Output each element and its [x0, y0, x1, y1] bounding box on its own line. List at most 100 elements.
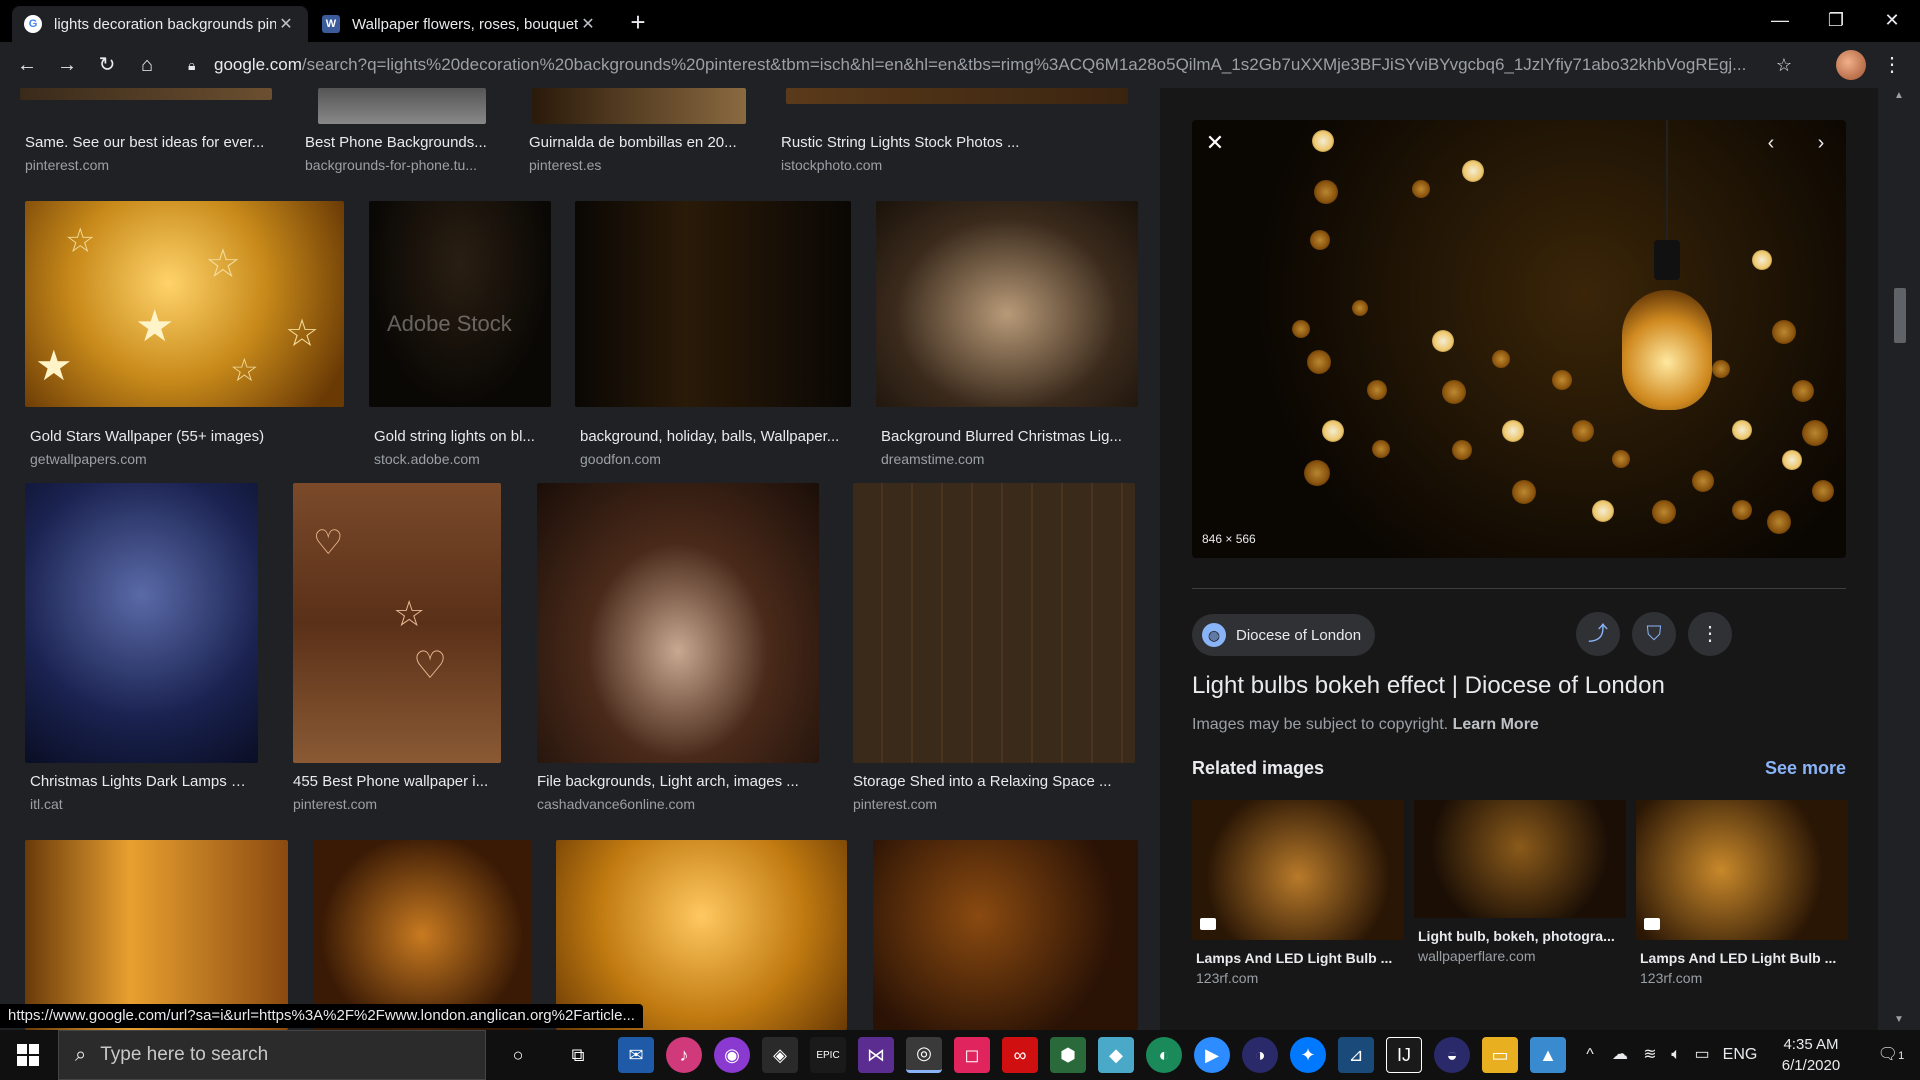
result-thumbnail[interactable]: [876, 201, 1138, 407]
minimize-button[interactable]: —: [1752, 0, 1808, 40]
arduino-icon[interactable]: ∞: [1002, 1037, 1038, 1073]
wifi-icon[interactable]: ≋: [1638, 1030, 1662, 1080]
result-caption[interactable]: Same. See our best ideas for ever...: [25, 134, 267, 151]
result-caption[interactable]: Storage Shed into a Relaxing Space ...: [853, 773, 1133, 790]
tray-overflow-icon[interactable]: ^: [1580, 1030, 1600, 1080]
scroll-down-arrow-icon[interactable]: ▼: [1892, 1014, 1906, 1028]
onedrive-icon[interactable]: ☁: [1608, 1030, 1632, 1080]
battery-icon[interactable]: ▭: [1690, 1030, 1714, 1080]
related-thumbnail[interactable]: [1192, 800, 1404, 940]
windows-start-button[interactable]: [0, 1030, 56, 1080]
result-card[interactable]: Christmas Lights Dark Lamps S... itl.cat: [25, 483, 258, 813]
result-card[interactable]: [25, 840, 288, 1030]
related-caption[interactable]: Lamps And LED Light Bulb ...: [1192, 950, 1404, 966]
result-thumbnail[interactable]: [575, 201, 851, 407]
result-thumbnail[interactable]: [20, 88, 272, 100]
related-thumbnail[interactable]: [1636, 800, 1848, 940]
result-caption[interactable]: Gold string lights on bl...: [374, 428, 546, 445]
save-bookmark-icon[interactable]: ⛉: [1632, 612, 1676, 656]
learn-more-link[interactable]: Learn More: [1453, 716, 1539, 733]
url-text[interactable]: google.com/search?q=lights%20decoration%…: [214, 55, 1772, 75]
instagram-icon[interactable]: ◻: [954, 1037, 990, 1073]
3d-app-icon[interactable]: ⬢: [1050, 1037, 1086, 1073]
result-thumbnail[interactable]: [318, 88, 486, 124]
profile-avatar[interactable]: [1836, 50, 1866, 80]
task-view-icon[interactable]: ⧉: [560, 1037, 596, 1073]
share-icon[interactable]: ⤴: [1576, 612, 1620, 656]
next-image-icon[interactable]: ›: [1808, 130, 1834, 156]
tab-close-icon[interactable]: ✕: [276, 14, 296, 34]
network-app-icon[interactable]: ⊿: [1338, 1037, 1374, 1073]
result-card[interactable]: ♡ ☆ ♡ 455 Best Phone wallpaper i... pint…: [288, 483, 506, 813]
result-thumbnail[interactable]: [873, 840, 1138, 1030]
tab-wallpaper[interactable]: W Wallpaper flowers, roses, bouquet ✕: [310, 6, 610, 42]
scroll-up-arrow-icon[interactable]: ▲: [1892, 90, 1906, 104]
related-image-card[interactable]: Lamps And LED Light Bulb ... 123rf.com: [1192, 800, 1404, 986]
chrome-icon[interactable]: ◎: [906, 1037, 942, 1073]
result-thumbnail[interactable]: [25, 840, 288, 1030]
previous-image-icon[interactable]: ‹: [1758, 130, 1784, 156]
preview-title[interactable]: Light bulbs bokeh effect | Diocese of Lo…: [1192, 672, 1665, 700]
photos-icon[interactable]: ▲: [1530, 1037, 1566, 1073]
result-card[interactable]: File backgrounds, Light arch, images ...…: [532, 483, 819, 813]
result-caption[interactable]: Background Blurred Christmas Lig...: [881, 428, 1133, 445]
result-card[interactable]: [556, 840, 847, 1030]
result-thumbnail[interactable]: Adobe Stock: [369, 201, 551, 407]
epic-games-icon[interactable]: EPIC: [810, 1037, 846, 1073]
mail-icon[interactable]: ✉: [618, 1037, 654, 1073]
system-clock[interactable]: 4:35 AM 6/1/2020: [1766, 1034, 1856, 1076]
related-caption[interactable]: Light bulb, bokeh, photogra...: [1414, 928, 1626, 944]
related-caption[interactable]: Lamps And LED Light Bulb ...: [1636, 950, 1848, 966]
result-card[interactable]: Best Phone Backgrounds... backgrounds-fo…: [300, 88, 496, 178]
podcast-app-icon[interactable]: ◉: [714, 1037, 750, 1073]
new-tab-button[interactable]: +: [624, 8, 652, 36]
result-card[interactable]: Same. See our best ideas for ever... pin…: [20, 88, 272, 178]
result-card[interactable]: ☆ ☆ ★ ☆ ★ ☆ Gold Stars Wallpaper (55+ im…: [25, 201, 344, 467]
forward-button[interactable]: →: [52, 50, 82, 80]
result-caption[interactable]: 455 Best Phone wallpaper i...: [293, 773, 501, 790]
chrome-menu-icon[interactable]: ⋮: [1880, 50, 1904, 80]
result-card[interactable]: [873, 840, 1138, 1030]
related-image-card[interactable]: Light bulb, bokeh, photogra... wallpaper…: [1414, 800, 1626, 964]
result-thumbnail[interactable]: [25, 483, 258, 763]
reload-button[interactable]: ↻: [92, 50, 122, 80]
tab-close-icon[interactable]: ✕: [578, 14, 598, 34]
result-card[interactable]: Rustic String Lights Stock Photos ... is…: [776, 88, 1138, 178]
tab-google-search[interactable]: G lights decoration backgrounds pinteres…: [12, 6, 308, 42]
result-caption[interactable]: Best Phone Backgrounds...: [305, 134, 491, 151]
messenger-icon[interactable]: ✦: [1290, 1037, 1326, 1073]
result-thumbnail[interactable]: ☆ ☆ ★ ☆ ★ ☆: [25, 201, 344, 407]
notifications-icon[interactable]: 🗨︎1: [1866, 1030, 1916, 1080]
volume-icon[interactable]: 🔈︎: [1664, 1030, 1688, 1080]
result-card[interactable]: Adobe Stock Gold string lights on bl... …: [369, 201, 551, 467]
result-thumbnail[interactable]: [313, 840, 531, 1030]
page-scrollbar[interactable]: ▲ ▼: [1878, 88, 1920, 1030]
restore-button[interactable]: ❐: [1808, 0, 1864, 40]
result-thumbnail[interactable]: [786, 88, 1128, 104]
result-caption[interactable]: Gold Stars Wallpaper (55+ images): [30, 428, 339, 445]
address-bar[interactable]: 🔒︎ google.com/search?q=lights%20decorati…: [176, 48, 1808, 82]
taskbar-search-box[interactable]: ⌕ Type here to search: [58, 1030, 486, 1080]
related-thumbnail[interactable]: [1414, 800, 1626, 918]
result-thumbnail[interactable]: ♡ ☆ ♡: [293, 483, 501, 763]
scrollbar-thumb[interactable]: [1894, 288, 1906, 343]
scrollbar-track[interactable]: [1892, 88, 1906, 1030]
eclipse-ide-icon[interactable]: ◒: [1434, 1037, 1470, 1073]
file-explorer-icon[interactable]: ▭: [1482, 1037, 1518, 1073]
back-button[interactable]: ←: [12, 50, 42, 80]
intellij-icon[interactable]: IJ: [1386, 1037, 1422, 1073]
language-indicator[interactable]: ENG: [1720, 1030, 1760, 1080]
result-caption[interactable]: Christmas Lights Dark Lamps S...: [30, 773, 253, 790]
unity-icon[interactable]: ◈: [762, 1037, 798, 1073]
result-caption[interactable]: Rustic String Lights Stock Photos ...: [781, 134, 1133, 151]
cortana-icon[interactable]: ○: [500, 1037, 536, 1073]
eclipse-icon[interactable]: ◑: [1242, 1037, 1278, 1073]
result-card[interactable]: Guirnalda de bombillas en 20... pinteres…: [524, 88, 748, 178]
window-close-button[interactable]: ✕: [1864, 0, 1920, 40]
snip-tool-icon[interactable]: ◆: [1098, 1037, 1134, 1073]
close-preview-icon[interactable]: ✕: [1202, 130, 1228, 156]
result-thumbnail[interactable]: [556, 840, 847, 1030]
home-button[interactable]: ⌂: [132, 50, 162, 80]
gitkraken-icon[interactable]: ◐: [1146, 1037, 1182, 1073]
result-card[interactable]: [313, 840, 531, 1030]
